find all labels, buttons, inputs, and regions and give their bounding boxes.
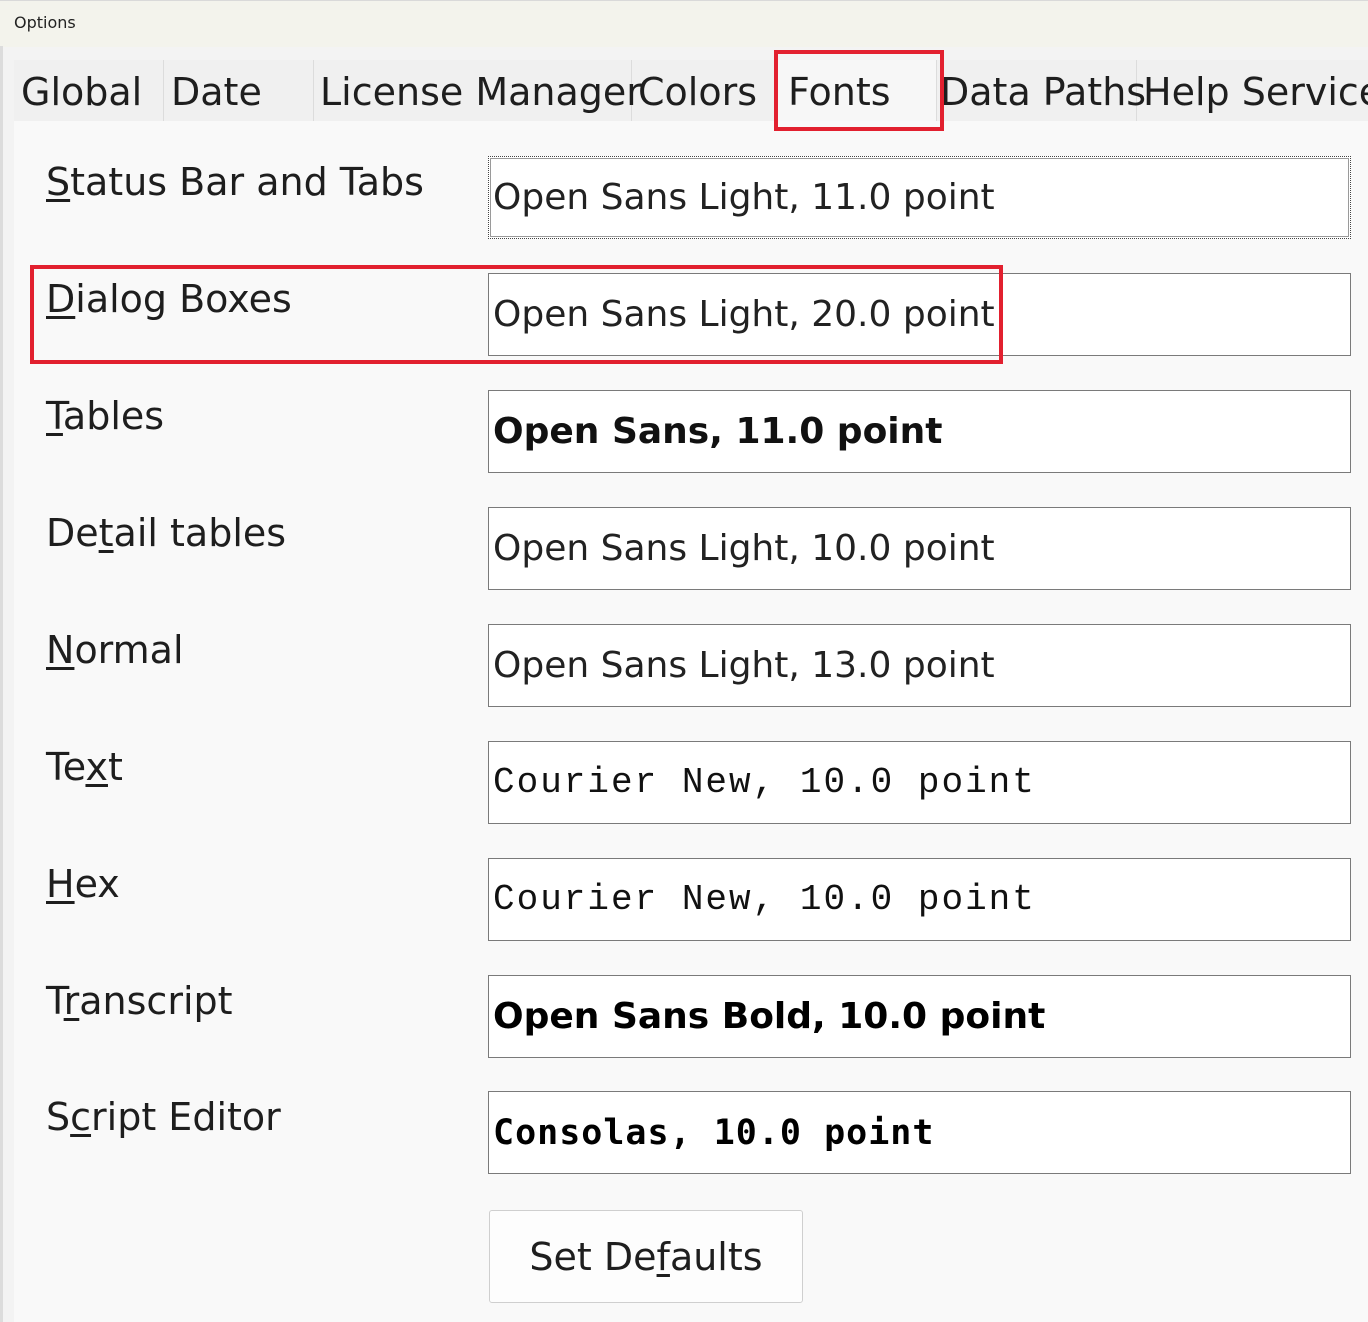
label-text: Text bbox=[46, 745, 123, 789]
font-value: Open Sans Light, 11.0 point bbox=[493, 177, 995, 218]
tab-label: Global bbox=[21, 70, 143, 114]
tab-help-service[interactable]: Help Service bbox=[1137, 60, 1368, 121]
font-value: Open Sans Light, 13.0 point bbox=[493, 645, 995, 686]
font-field-normal[interactable]: Open Sans Light, 13.0 point bbox=[488, 624, 1351, 707]
font-value: Courier New, 10.0 point bbox=[493, 762, 1036, 803]
tab-colors[interactable]: Colors bbox=[632, 60, 775, 121]
font-field-script-editor[interactable]: Consolas, 10.0 point bbox=[488, 1091, 1351, 1174]
font-field-hex[interactable]: Courier New, 10.0 point bbox=[488, 858, 1351, 941]
label-script-editor: Script Editor bbox=[46, 1095, 281, 1139]
label-detail-tables: Detail tables bbox=[46, 511, 287, 555]
label-transcript: Transcript bbox=[46, 979, 233, 1023]
tab-strip: Global Date License Manager Colors Fonts… bbox=[14, 60, 1368, 122]
font-value: Courier New, 10.0 point bbox=[493, 879, 1036, 920]
tab-label: Fonts bbox=[788, 70, 891, 114]
label-tables: Tables bbox=[46, 394, 165, 438]
tab-label: Help Service bbox=[1143, 70, 1368, 114]
title-bar: Options bbox=[0, 0, 1368, 47]
set-defaults-button[interactable]: Set De f aults bbox=[489, 1210, 803, 1303]
font-field-text[interactable]: Courier New, 10.0 point bbox=[488, 741, 1351, 824]
font-field-detail-tables[interactable]: Open Sans Light, 10.0 point bbox=[488, 507, 1351, 590]
tab-label: Data Paths bbox=[940, 70, 1147, 114]
font-field-dialog-boxes[interactable]: Open Sans Light, 20.0 point bbox=[488, 273, 1351, 356]
tab-label: Date bbox=[171, 70, 262, 114]
font-field-tables[interactable]: Open Sans, 11.0 point bbox=[488, 390, 1351, 473]
tab-fonts[interactable]: Fonts bbox=[775, 60, 937, 121]
window-left-edge bbox=[0, 46, 3, 1322]
window-title: Options bbox=[14, 13, 76, 32]
tab-date[interactable]: Date bbox=[164, 60, 314, 121]
tab-global[interactable]: Global bbox=[14, 60, 164, 121]
font-value: Open Sans Light, 20.0 point bbox=[493, 294, 995, 335]
font-value: Open Sans Light, 10.0 point bbox=[493, 528, 995, 569]
font-field-status-bar-and-tabs[interactable]: Open Sans Light, 11.0 point bbox=[488, 156, 1351, 239]
tab-label: Colors bbox=[638, 70, 758, 114]
label-normal: Normal bbox=[46, 628, 184, 672]
label-status-bar-and-tabs: Status Bar and Tabs bbox=[46, 160, 424, 204]
label-dialog-boxes: Dialog Boxes bbox=[46, 277, 292, 321]
tab-label: License Manager bbox=[320, 70, 642, 114]
font-value: Open Sans Bold, 10.0 point bbox=[493, 996, 1046, 1037]
font-field-transcript[interactable]: Open Sans Bold, 10.0 point bbox=[488, 975, 1351, 1058]
font-value: Open Sans, 11.0 point bbox=[493, 411, 943, 452]
font-value: Consolas, 10.0 point bbox=[493, 1112, 935, 1153]
tab-data-paths[interactable]: Data Paths bbox=[937, 60, 1146, 121]
tab-license-manager[interactable]: License Manager bbox=[314, 60, 642, 121]
label-hex: Hex bbox=[46, 862, 120, 906]
